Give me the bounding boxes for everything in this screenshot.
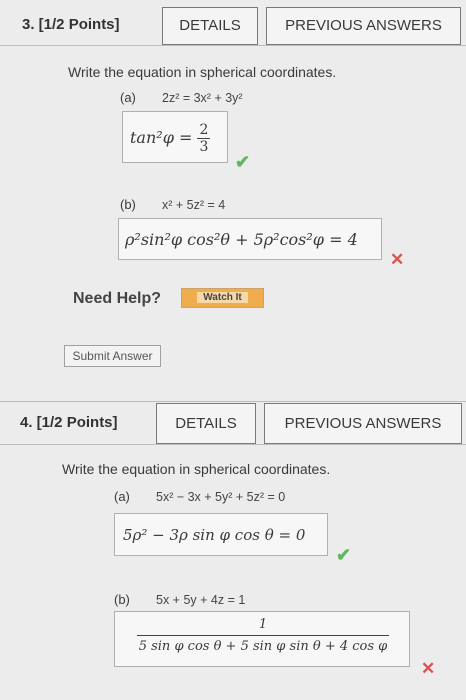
- q3-details-button[interactable]: DETAILS: [162, 7, 258, 45]
- q3-header: 3. [1/2 Points]: [22, 16, 120, 33]
- q3-a-label: (a): [120, 90, 136, 105]
- q3-previous-answers-button[interactable]: PREVIOUS ANSWERS: [266, 7, 461, 45]
- q3-b-incorrect-x-icon: ✕: [390, 250, 405, 269]
- q3-prompt: Write the equation in spherical coordina…: [68, 64, 337, 80]
- q4-header: 4. [1/2 Points]: [20, 414, 118, 431]
- q4-a-equation: 5x² − 3x + 5y² + 5z² = 0: [156, 490, 286, 504]
- q3-watch-it-button[interactable]: Watch It: [181, 288, 264, 308]
- q4-b-answer-denominator: 5 sin φ cos θ + 5 sin φ sin θ + 4 cos φ: [138, 639, 388, 654]
- q4-b-answer-numerator: 1: [136, 617, 390, 636]
- q4-a-correct-check-icon: ✔: [336, 545, 352, 565]
- q4-a-label: (a): [114, 489, 130, 504]
- q4-previous-answers-button[interactable]: PREVIOUS ANSWERS: [264, 403, 462, 444]
- q3-divider: [0, 45, 466, 46]
- q3-a-equation: 2z² = 3x² + 3y²: [162, 91, 243, 105]
- q3-submit-answer-button[interactable]: Submit Answer: [64, 345, 161, 367]
- q3-a-answer-denominator: 3: [199, 139, 209, 155]
- q4-top-divider: [0, 401, 466, 402]
- q3-a-answer-box[interactable]: tan²φ = 2 3: [122, 111, 228, 163]
- q3-a-correct-check-icon: ✔: [235, 152, 251, 172]
- q3-b-answer-box[interactable]: ρ²sin²φ cos²θ + 5ρ²cos²φ = 4: [118, 218, 382, 260]
- q4-b-label: (b): [114, 592, 130, 607]
- q3-b-answer: ρ²sin²φ cos²θ + 5ρ²cos²φ = 4: [125, 230, 358, 249]
- q3-a-answer-numerator: 2: [197, 122, 211, 139]
- q4-details-button[interactable]: DETAILS: [156, 403, 256, 444]
- q4-a-answer-box[interactable]: 5ρ² − 3ρ sin φ cos θ = 0: [114, 513, 328, 556]
- watch-it-label: Watch It: [197, 292, 248, 303]
- q3-b-label: (b): [120, 197, 136, 212]
- q4-a-answer: 5ρ² − 3ρ sin φ cos θ = 0: [123, 526, 306, 544]
- q4-divider: [0, 444, 466, 445]
- q3-b-equation: x² + 5z² = 4: [162, 198, 226, 212]
- q3-need-help-label: Need Help?: [73, 290, 162, 307]
- q4-b-answer-box[interactable]: 1 5 sin φ cos θ + 5 sin φ sin θ + 4 cos …: [114, 611, 410, 667]
- q4-prompt: Write the equation in spherical coordina…: [62, 461, 331, 477]
- q4-b-equation: 5x + 5y + 4z = 1: [156, 593, 246, 607]
- q3-a-answer-lhs: tan²φ =: [130, 128, 193, 147]
- q4-b-incorrect-x-icon: ✕: [421, 659, 436, 678]
